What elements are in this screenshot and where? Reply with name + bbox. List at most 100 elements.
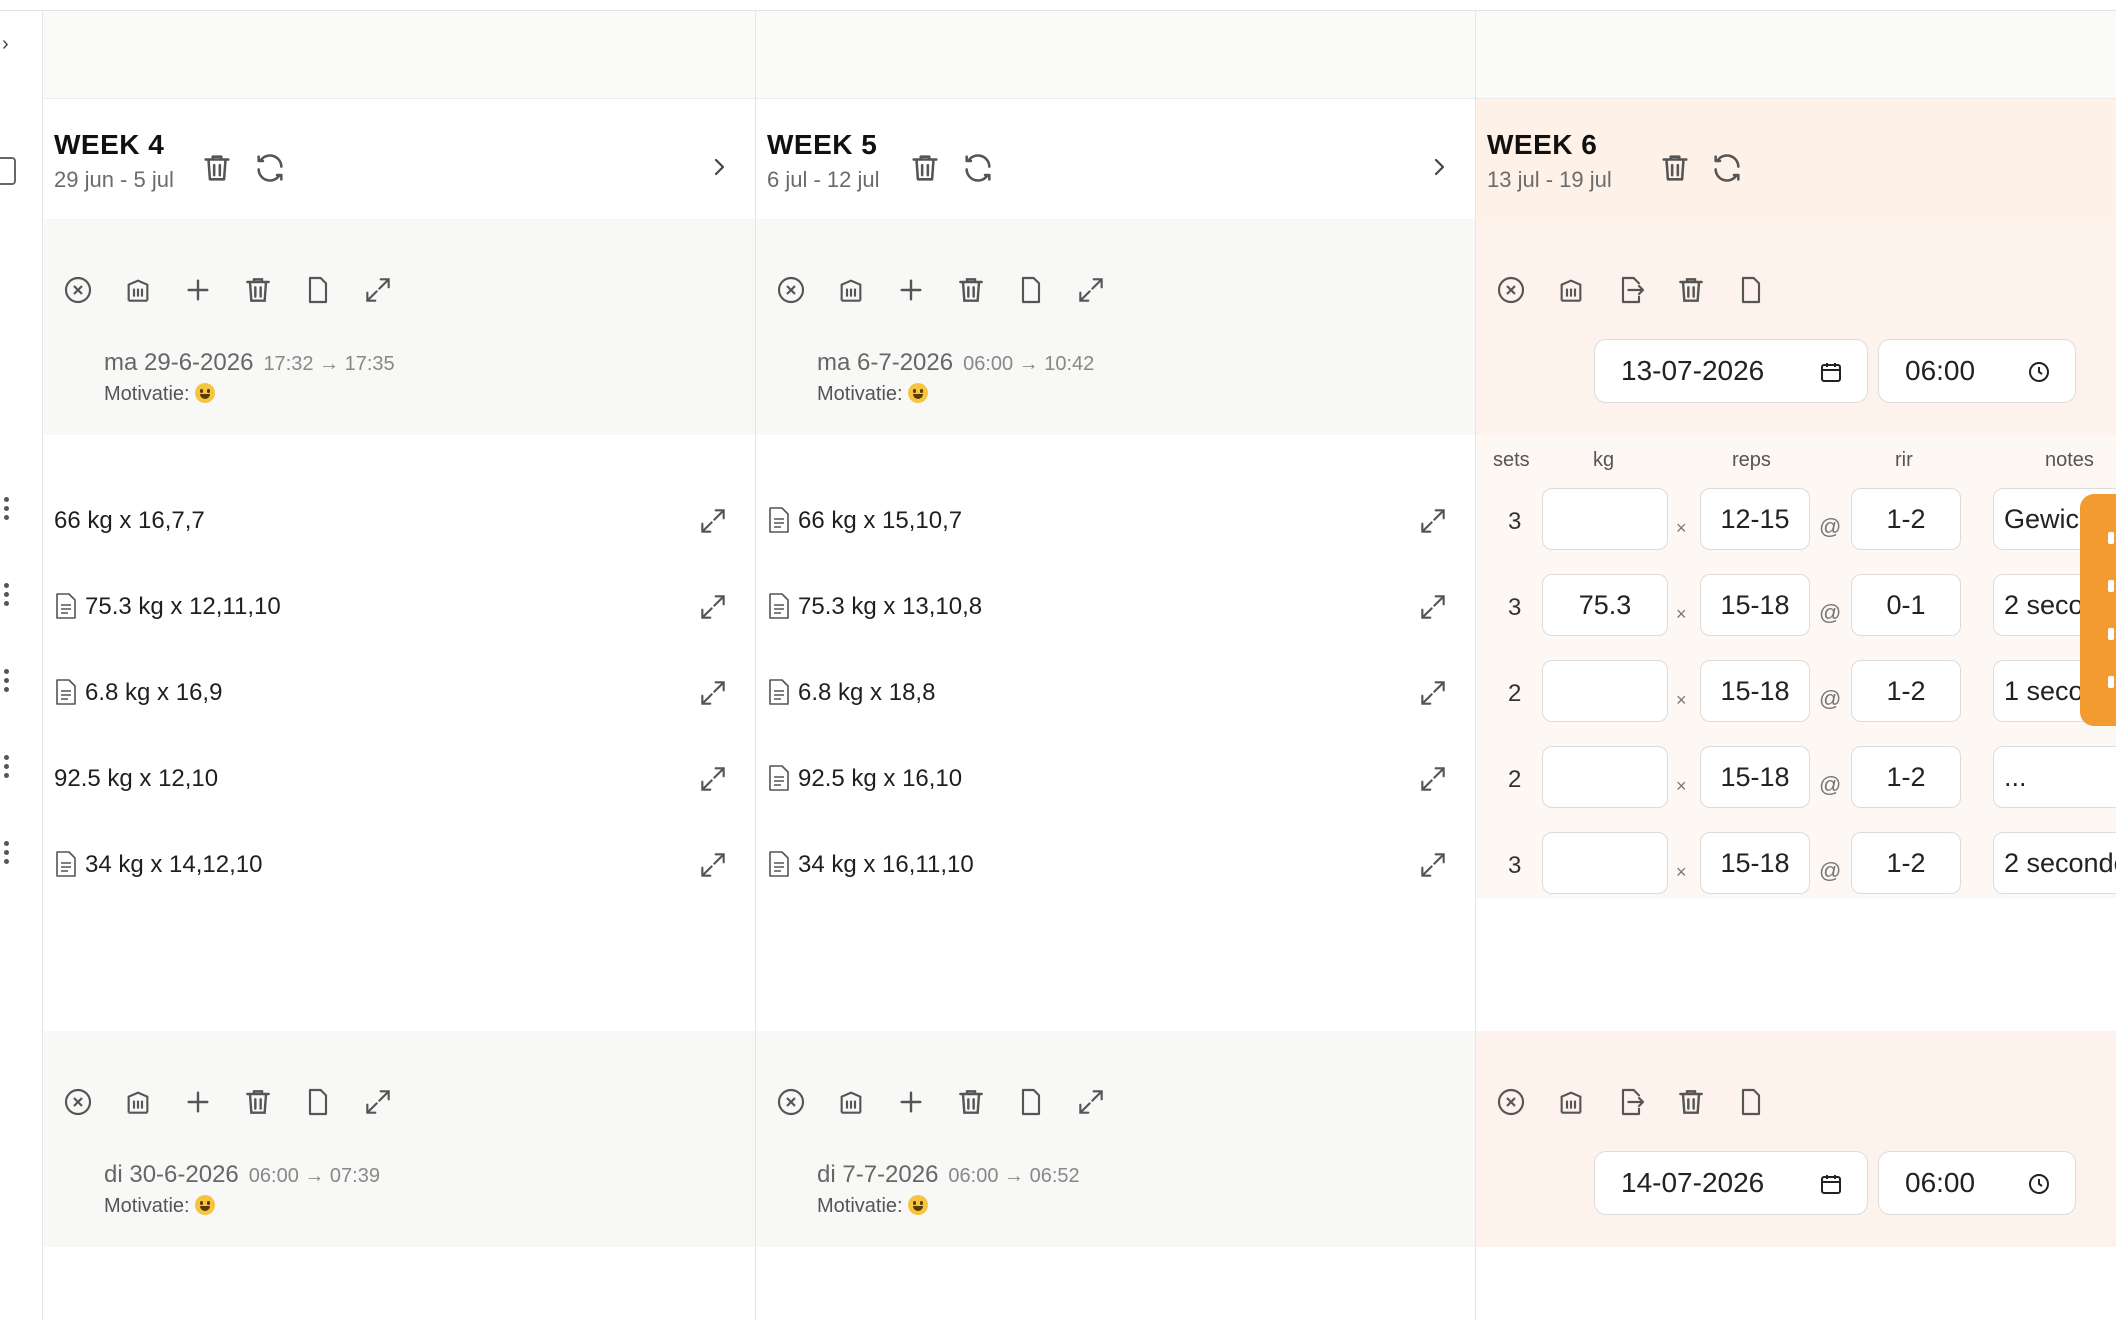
drag-handle-icon[interactable] xyxy=(4,583,10,610)
refresh-icon[interactable] xyxy=(961,151,995,185)
chevron-right-icon[interactable] xyxy=(707,155,731,179)
cancel-session-icon[interactable] xyxy=(59,1083,97,1121)
expand-icon[interactable] xyxy=(1072,271,1110,309)
kg-input[interactable]: 75.3 xyxy=(1542,574,1668,636)
trash-icon[interactable] xyxy=(200,151,234,185)
building-icon[interactable] xyxy=(119,271,157,309)
note-icon xyxy=(54,592,78,620)
cancel-session-icon[interactable] xyxy=(59,271,97,309)
building-icon[interactable] xyxy=(1552,271,1590,309)
kg-input[interactable] xyxy=(1542,488,1668,550)
trash-icon[interactable] xyxy=(1672,271,1710,309)
expand-icon[interactable] xyxy=(697,677,729,709)
cancel-session-icon[interactable] xyxy=(772,271,810,309)
expand-icon[interactable] xyxy=(1417,763,1449,795)
cancel-session-icon[interactable] xyxy=(772,1083,810,1121)
session-time-input[interactable]: 06:00 xyxy=(1878,339,2076,403)
times-symbol: × xyxy=(1676,862,1687,882)
calendar-icon[interactable] xyxy=(1819,1172,1843,1196)
trash-icon[interactable] xyxy=(239,271,277,309)
building-icon[interactable] xyxy=(832,271,870,309)
notes-input[interactable]: 2 seconden xyxy=(1993,832,2116,894)
session-date-input[interactable]: 14-07-2026 xyxy=(1594,1151,1868,1215)
exercise-row[interactable]: 34 kg x 16,11,10 xyxy=(756,821,1475,907)
rir-input[interactable]: 1-2 xyxy=(1851,488,1961,550)
kg-input[interactable] xyxy=(1542,746,1668,808)
expand-icon[interactable] xyxy=(359,271,397,309)
drag-handle-icon[interactable] xyxy=(4,755,10,782)
export-icon[interactable] xyxy=(1612,1083,1650,1121)
notes-input[interactable]: ... xyxy=(1993,746,2116,808)
exercise-row[interactable]: 75.3 kg x 13,10,8 xyxy=(756,563,1475,649)
reps-input[interactable]: 12-15 xyxy=(1700,488,1810,550)
session-motivation: Motivatie: xyxy=(817,1195,929,1218)
cancel-session-icon[interactable] xyxy=(1492,271,1530,309)
expand-icon[interactable] xyxy=(697,849,729,881)
session-date: di 30-6-2026 06:00 → 07:39 xyxy=(104,1161,380,1189)
building-icon[interactable] xyxy=(1552,1083,1590,1121)
add-icon[interactable] xyxy=(892,1083,930,1121)
trash-icon[interactable] xyxy=(239,1083,277,1121)
add-icon[interactable] xyxy=(179,271,217,309)
expand-icon[interactable] xyxy=(697,763,729,795)
building-icon[interactable] xyxy=(832,1083,870,1121)
clock-icon[interactable] xyxy=(2027,360,2051,384)
chevron-right-icon[interactable] xyxy=(1427,155,1451,179)
expand-icon[interactable] xyxy=(1417,591,1449,623)
trash-icon[interactable] xyxy=(1658,151,1692,185)
expand-icon[interactable] xyxy=(1417,849,1449,881)
rir-input[interactable]: 1-2 xyxy=(1851,660,1961,722)
refresh-icon[interactable] xyxy=(1710,151,1744,185)
document-icon[interactable] xyxy=(299,271,337,309)
drag-handle-icon[interactable] xyxy=(4,669,10,696)
trash-icon[interactable] xyxy=(952,271,990,309)
drag-handle-icon[interactable] xyxy=(4,841,10,868)
expand-icon[interactable] xyxy=(697,591,729,623)
reps-input[interactable]: 15-18 xyxy=(1700,746,1810,808)
drag-handle-icon[interactable] xyxy=(4,497,10,524)
expand-chevron-icon[interactable]: › xyxy=(2,33,9,56)
reps-input[interactable]: 15-18 xyxy=(1700,660,1810,722)
calendar-icon[interactable] xyxy=(1819,360,1843,384)
sidebar-toggle-icon[interactable] xyxy=(0,157,16,185)
document-icon[interactable] xyxy=(1012,1083,1050,1121)
trash-icon[interactable] xyxy=(952,1083,990,1121)
rir-input[interactable]: 1-2 xyxy=(1851,746,1961,808)
kg-input[interactable] xyxy=(1542,832,1668,894)
exercise-row[interactable]: 75.3 kg x 12,11,10 xyxy=(43,563,755,649)
motivation-label: Motivatie: xyxy=(817,1195,903,1217)
expand-icon[interactable] xyxy=(1072,1083,1110,1121)
document-icon[interactable] xyxy=(1012,271,1050,309)
expand-icon[interactable] xyxy=(697,505,729,537)
expand-icon[interactable] xyxy=(1417,677,1449,709)
exercise-row[interactable]: 6.8 kg x 16,9 xyxy=(43,649,755,735)
document-icon[interactable] xyxy=(299,1083,337,1121)
session-date-input[interactable]: 13-07-2026 xyxy=(1594,339,1868,403)
clock-icon[interactable] xyxy=(2027,1172,2051,1196)
building-icon[interactable] xyxy=(119,1083,157,1121)
exercise-row[interactable]: 92.5 kg x 16,10 xyxy=(756,735,1475,821)
session-time-input[interactable]: 06:00 xyxy=(1878,1151,2076,1215)
refresh-icon[interactable] xyxy=(253,151,287,185)
export-icon[interactable] xyxy=(1612,271,1650,309)
document-icon[interactable] xyxy=(1732,1083,1770,1121)
document-icon[interactable] xyxy=(1732,271,1770,309)
exercise-row[interactable]: 6.8 kg x 18,8 xyxy=(756,649,1475,735)
reps-input[interactable]: 15-18 xyxy=(1700,832,1810,894)
cancel-session-icon[interactable] xyxy=(1492,1083,1530,1121)
trash-icon[interactable] xyxy=(908,151,942,185)
add-icon[interactable] xyxy=(892,271,930,309)
rir-input[interactable]: 1-2 xyxy=(1851,832,1961,894)
add-icon[interactable] xyxy=(179,1083,217,1121)
expand-icon[interactable] xyxy=(359,1083,397,1121)
exercise-row[interactable]: 66 kg x 16,7,7 xyxy=(43,477,755,563)
expand-icon[interactable] xyxy=(1417,505,1449,537)
exercise-row[interactable]: 66 kg x 15,10,7 xyxy=(756,477,1475,563)
rir-input[interactable]: 0-1 xyxy=(1851,574,1961,636)
reps-input[interactable]: 15-18 xyxy=(1700,574,1810,636)
trash-icon[interactable] xyxy=(1672,1083,1710,1121)
exercise-row[interactable]: 34 kg x 14,12,10 xyxy=(43,821,755,907)
kg-input[interactable] xyxy=(1542,660,1668,722)
feedback-side-tab[interactable] xyxy=(2080,494,2116,726)
exercise-row[interactable]: 92.5 kg x 12,10 xyxy=(43,735,755,821)
